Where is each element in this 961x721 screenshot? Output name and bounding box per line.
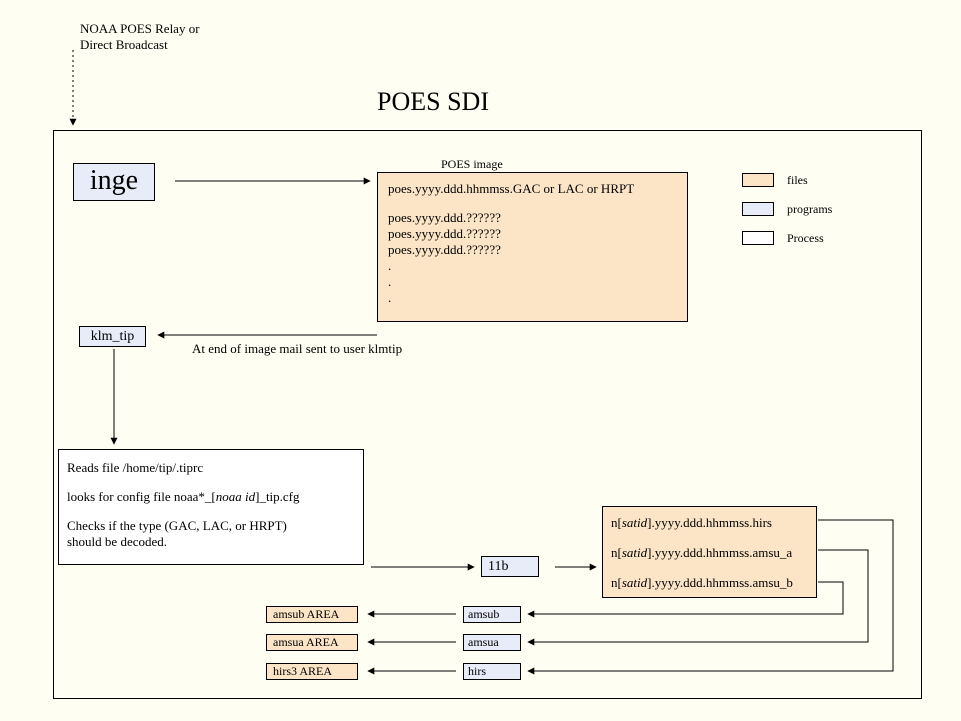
output-files-box: n[satid].yyyy.ddd.hhmmss.hirs n[satid].y… (602, 506, 817, 598)
11b-program-box: 11b (481, 556, 539, 577)
out-hirs-post: ].yyyy.ddd.hhmmss.hirs (647, 515, 772, 530)
amsua-area-box: amsua AREA (266, 634, 358, 651)
out-amsua-pre: n[ (611, 545, 622, 560)
legend-label-process: Process (787, 231, 824, 246)
poes-line-2: poes.yyyy.ddd.?????? (388, 210, 677, 226)
poes-line-1: poes.yyyy.ddd.hhmmss.GAC or LAC or HRPT (388, 181, 677, 197)
tip-line-3: Checks if the type (GAC, LAC, or HRPT) (67, 518, 355, 534)
out-amsub-it: satid (622, 575, 647, 590)
out-amsua-post: ].yyyy.ddd.hhmmss.amsu_a (647, 545, 792, 560)
out-hirs-pre: n[ (611, 515, 622, 530)
out-amsua: n[satid].yyyy.ddd.hhmmss.amsu_a (611, 545, 808, 561)
out-amsub-pre: n[ (611, 575, 622, 590)
poes-line-7: . (388, 290, 677, 306)
legend-swatch-programs (742, 202, 774, 216)
mail-note: At end of image mail sent to user klmtip (192, 341, 402, 357)
input-label: NOAA POES Relay or Direct Broadcast (80, 21, 240, 53)
tip-line-4: should be decoded. (67, 534, 355, 550)
diagram-title: POES SDI (377, 87, 489, 117)
out-hirs-it: satid (622, 515, 647, 530)
tip-line-1: Reads file /home/tip/.tiprc (67, 460, 355, 476)
poes-line-3: poes.yyyy.ddd.?????? (388, 226, 677, 242)
out-hirs: n[satid].yyyy.ddd.hhmmss.hirs (611, 515, 808, 531)
poes-line-6: . (388, 274, 677, 290)
tip-l2-pre: looks for config file noaa*_[ (67, 489, 216, 504)
tip-line-2: looks for config file noaa*_[noaa id]_ti… (67, 489, 355, 505)
tip-l2-post: ]_tip.cfg (255, 489, 299, 504)
poes-line-4: poes.yyyy.ddd.?????? (388, 242, 677, 258)
tip-process-box: Reads file /home/tip/.tiprc looks for co… (58, 449, 364, 565)
out-amsub: n[satid].yyyy.ddd.hhmmss.amsu_b (611, 575, 808, 591)
klm-tip-program-box: klm_tip (79, 326, 146, 347)
inge-program-box: inge (73, 163, 155, 201)
poes-image-label: POES image (441, 157, 503, 172)
tip-l2-it: noaa id (216, 489, 255, 504)
legend-label-programs: programs (787, 202, 832, 217)
legend-swatch-files (742, 173, 774, 187)
amsub-program-box: amsub (463, 606, 521, 623)
hirs-program-box: hirs (463, 663, 521, 680)
legend-label-files: files (787, 173, 808, 188)
amsub-area-box: amsub AREA (266, 606, 358, 623)
poes-line-5: . (388, 258, 677, 274)
legend-swatch-process (742, 231, 774, 245)
hirs3-area-box: hirs3 AREA (266, 663, 358, 680)
out-amsub-post: ].yyyy.ddd.hhmmss.amsu_b (647, 575, 793, 590)
out-amsua-it: satid (622, 545, 647, 560)
amsua-program-box: amsua (463, 634, 521, 651)
poes-image-files-box: poes.yyyy.ddd.hhmmss.GAC or LAC or HRPT … (377, 172, 688, 322)
